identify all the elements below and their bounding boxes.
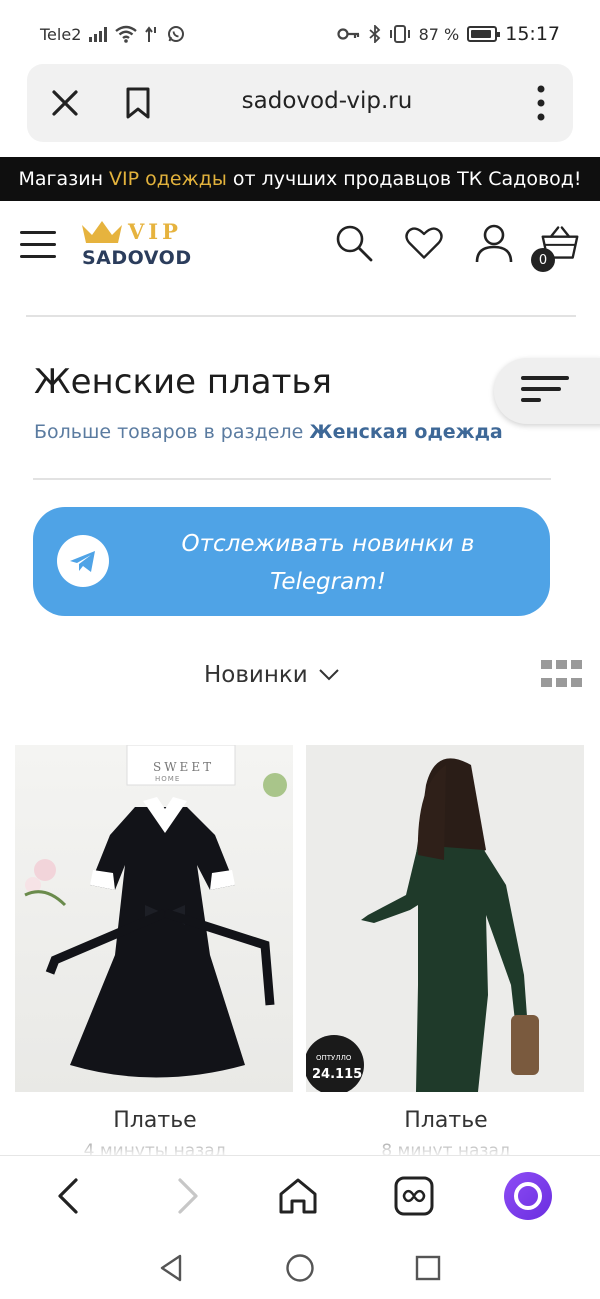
wifi-icon [115,25,138,43]
product-photo[interactable]: ОПТУЛЛО 24.115 [306,745,584,1092]
chevron-down-icon [319,669,339,681]
sort-dropdown[interactable]: Новинки [204,662,340,688]
system-navigation-bar [0,1235,600,1299]
signal-icon [89,26,108,42]
promo-banner: Магазин VIP одежды от лучших продавцов Т… [0,157,600,201]
vibrate-icon [389,25,410,43]
filter-button[interactable] [494,358,600,424]
status-right: 87 % 15:17 [336,23,560,45]
product-photo[interactable]: SWEET HOME [15,745,293,1092]
title-divider [33,478,551,480]
crown-icon [82,221,122,243]
nav-back-icon[interactable] [156,1252,188,1284]
product-name[interactable]: Платье [15,1108,295,1133]
grid-view-icon[interactable] [541,660,583,692]
forward-arrow-icon[interactable] [164,1174,208,1218]
product-card[interactable]: ОПТУЛЛО 24.115 Платье 8 минут назад [306,745,586,1161]
parent-category-link[interactable]: Женская одежда [309,421,502,443]
whatsapp-icon [168,26,185,42]
product-card[interactable]: SWEET HOME Платье 4 минуты назад [15,745,295,1161]
alice-assistant-icon[interactable] [504,1172,552,1220]
site-header: VIP SADOVOD [0,201,600,291]
logo-vip-text: VIP [128,219,182,244]
nav-recents-icon[interactable] [412,1252,444,1284]
promo-text-before: Магазин [18,168,110,190]
browser-address-bar: sadovod-vip.ru [27,64,573,142]
heart-icon[interactable] [404,223,444,263]
site-logo[interactable]: VIP SADOVOD [80,217,192,273]
data-arrows-icon [145,26,157,42]
promo-highlight: VIP одежды [109,168,227,190]
filter-icon [521,376,569,409]
browser-toolbar [0,1155,600,1235]
status-left: Tele2 [40,25,185,44]
sort-label: Новинки [204,662,308,688]
bookmark-icon[interactable] [123,86,153,120]
header-divider [26,315,576,317]
promo-text-after: от лучших продавцов ТК Садовод! [226,168,582,190]
bluetooth-icon [368,25,380,43]
category-subtitle: Больше товаров в разделе Женская одежда [34,421,503,443]
photo-print-sweet: SWEET [153,760,214,774]
status-bar: Tele2 87 % 15:17 [0,0,600,68]
nav-home-icon[interactable] [284,1252,316,1284]
close-icon[interactable] [49,87,81,119]
carrier-label: Tele2 [40,24,82,44]
subtitle-prefix: Больше товаров в разделе [34,421,310,443]
cart-count-badge: 0 [531,248,555,272]
search-icon[interactable] [334,223,374,263]
telegram-subscribe-button[interactable]: Отслеживать новинки в Telegram! [33,507,550,616]
menu-icon[interactable] [20,231,56,259]
page-title: Женские платья [34,362,332,402]
photo-badge-top: ОПТУЛЛО [316,1054,352,1062]
telegram-banner-text: Отслеживать новинки в Telegram! [181,531,475,595]
user-icon[interactable] [474,223,514,263]
back-arrow-icon[interactable] [48,1174,92,1218]
product-name[interactable]: Платье [306,1108,586,1133]
logo-brand-text: SADOVOD [82,247,192,269]
tabs-icon[interactable] [392,1174,436,1218]
photo-print-home: HOME [155,775,180,783]
battery-percent: 87 % [418,24,460,44]
url-field[interactable]: sadovod-vip.ru [197,88,457,114]
telegram-icon [57,535,109,587]
home-icon[interactable] [276,1174,320,1218]
more-vertical-icon[interactable] [531,84,551,122]
photo-badge-bottom: 24.115 [312,1067,362,1082]
key-icon [336,28,359,40]
clock: 15:17 [505,23,560,45]
battery-icon [467,26,501,42]
